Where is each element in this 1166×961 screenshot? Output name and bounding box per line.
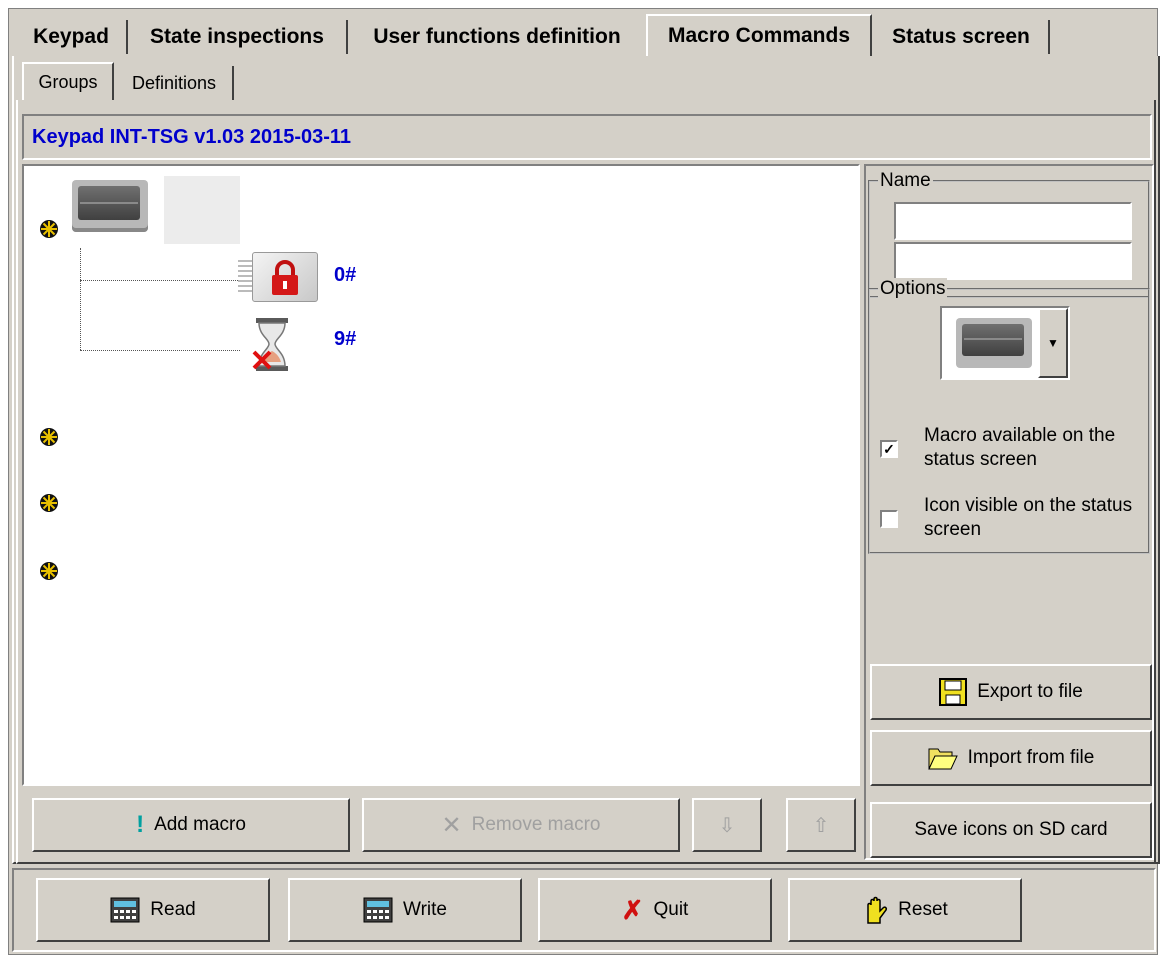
move-down-button[interactable]: ⇩ xyxy=(692,798,762,852)
keypad-version-title: Keypad INT-TSG v1.03 2015-03-11 xyxy=(32,125,352,148)
options-legend: Options xyxy=(878,278,948,300)
lock-icon xyxy=(252,252,318,302)
write-label: Write xyxy=(403,899,447,920)
macro-label: 0# xyxy=(334,264,357,286)
tab-status-screen[interactable]: Status screen xyxy=(874,20,1050,54)
empty-icon-slot xyxy=(164,176,240,244)
add-macro-label: Add macro xyxy=(154,814,246,835)
remove-macro-button[interactable]: ✕ Remove macro xyxy=(362,798,680,852)
group-node-icon[interactable] xyxy=(38,218,60,240)
save-icons-sd-button[interactable]: Save icons on SD card xyxy=(870,802,1152,858)
reset-hand-icon xyxy=(867,896,888,924)
add-macro-button[interactable]: ! Add macro xyxy=(32,798,350,852)
icon-visible-checkbox[interactable] xyxy=(880,510,898,528)
tab-label: Status screen xyxy=(892,25,1030,48)
reset-button[interactable]: Reset xyxy=(788,878,1022,942)
read-button[interactable]: Read xyxy=(36,878,270,942)
exclamation-icon: ! xyxy=(136,811,145,838)
read-keypad-icon xyxy=(110,897,140,923)
macro-available-label: Macro available on the status screen xyxy=(924,425,1116,470)
tree-connector xyxy=(80,280,240,281)
export-label: Export to file xyxy=(977,681,1083,702)
option-icon-visible[interactable]: Icon visible on the status screen xyxy=(878,494,1148,550)
quit-label: Quit xyxy=(653,899,689,920)
write-keypad-icon xyxy=(363,897,393,923)
name-field-line1[interactable] xyxy=(894,202,1132,240)
import-label: Import from file xyxy=(967,747,1095,768)
group-node-icon[interactable] xyxy=(38,426,60,448)
tab-state-inspections[interactable]: State inspections xyxy=(128,20,348,54)
quit-button[interactable]: ✗ Quit xyxy=(538,878,772,942)
save-sd-label: Save icons on SD card xyxy=(914,819,1108,840)
export-to-file-button[interactable]: Export to file xyxy=(870,664,1152,720)
remove-x-icon: ✕ xyxy=(441,811,462,839)
macro-item-9[interactable]: 9# xyxy=(246,316,356,376)
tab-label: Macro Commands xyxy=(667,24,851,47)
open-folder-icon xyxy=(927,748,958,770)
main-tab-bar: Keypad State inspections User functions … xyxy=(16,14,1050,56)
macro-available-checkbox[interactable]: ✓ xyxy=(880,440,898,458)
group-node-icon[interactable] xyxy=(38,492,60,514)
subtab-groups[interactable]: Groups xyxy=(22,62,114,100)
subtab-label: Definitions xyxy=(131,72,217,93)
tab-keypad[interactable]: Keypad xyxy=(16,20,128,54)
subtab-definitions[interactable]: Definitions xyxy=(116,66,234,100)
reset-label: Reset xyxy=(898,899,948,920)
icon-visible-label: Icon visible on the status screen xyxy=(924,495,1133,540)
close-x-icon: ✗ xyxy=(621,894,644,925)
hourglass-cancel-icon xyxy=(252,318,288,371)
macro-item-0[interactable]: 0# xyxy=(238,250,356,304)
arrow-up-icon: ⇧ xyxy=(812,814,830,837)
tab-macro-commands[interactable]: Macro Commands xyxy=(646,14,872,56)
macro-label: 9# xyxy=(334,328,357,350)
tab-user-functions-definition[interactable]: User functions definition xyxy=(348,20,646,54)
tree-connector xyxy=(80,350,240,351)
tab-label: Keypad xyxy=(33,25,109,48)
header-panel: Keypad INT-TSG v1.03 2015-03-11 xyxy=(22,114,1152,160)
arrow-down-icon: ⇩ xyxy=(718,814,736,837)
group-node-icon[interactable] xyxy=(38,560,60,582)
keypad-group-icon[interactable] xyxy=(72,180,148,232)
write-button[interactable]: Write xyxy=(288,878,522,942)
option-macro-available[interactable]: ✓ Macro available on the status screen xyxy=(878,424,1148,480)
import-from-file-button[interactable]: Import from file xyxy=(870,730,1152,786)
move-up-button[interactable]: ⇧ xyxy=(786,798,856,852)
name-field-line2[interactable] xyxy=(894,242,1132,280)
tab-label: State inspections xyxy=(150,25,324,48)
checkmark-icon: ✓ xyxy=(883,441,895,457)
tree-connector xyxy=(80,248,81,350)
tab-label: User functions definition xyxy=(373,25,621,48)
read-label: Read xyxy=(150,899,196,920)
remove-macro-label: Remove macro xyxy=(471,814,601,835)
macro-group-tree[interactable]: 0# 9# xyxy=(22,164,860,786)
subtab-label: Groups xyxy=(38,71,98,92)
floppy-disk-icon xyxy=(939,678,968,706)
name-legend: Name xyxy=(878,170,933,192)
